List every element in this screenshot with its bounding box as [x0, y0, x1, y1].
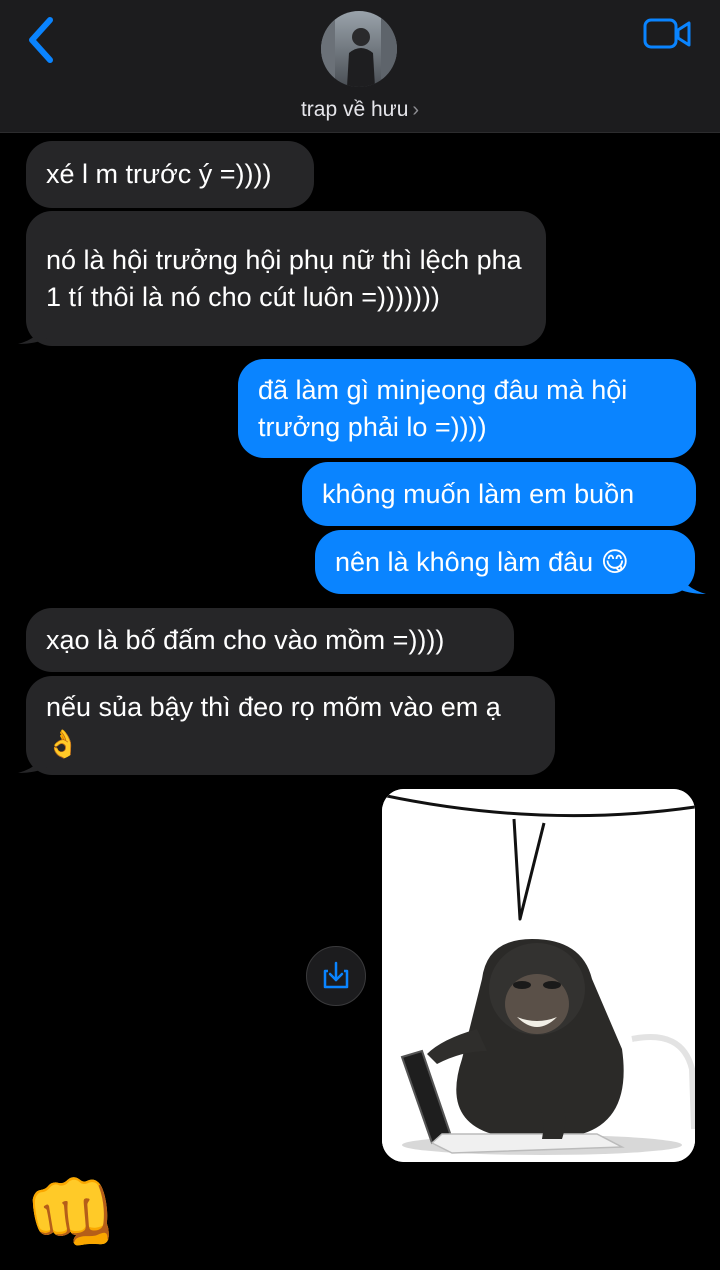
bubble-tail: [18, 320, 48, 344]
message-text: nó là hội trưởng hội phụ nữ thì lệch pha…: [46, 244, 522, 312]
message-bubble-received[interactable]: xé l m trước ý =)))): [26, 141, 314, 208]
message-text: xạo là bố đấm cho vào mồm =)))): [46, 624, 445, 655]
message-text: xé l m trước ý =)))): [46, 159, 272, 189]
bubble-tail: [676, 570, 706, 594]
message-text: đã làm gì minjeong đâu mà hội trưởng phả…: [258, 374, 628, 442]
avatar-photo: [321, 11, 397, 87]
message-bubble-sent[interactable]: nên là không làm đâu 😋: [315, 530, 695, 594]
avatar[interactable]: [321, 11, 397, 87]
emoji-message[interactable]: 👊: [24, 1176, 119, 1252]
message-bubble-sent[interactable]: đã làm gì minjeong đâu mà hội trưởng phả…: [238, 359, 696, 458]
chevron-left-icon[interactable]: [22, 14, 62, 66]
message-bubble-sent[interactable]: không muốn làm em buồn: [302, 462, 696, 526]
contact-name-row[interactable]: trap về hưu ›: [0, 98, 720, 122]
message-bubble-received[interactable]: nó là hội trưởng hội phụ nữ thì lệch pha…: [26, 211, 546, 346]
video-camera-icon[interactable]: [642, 16, 692, 52]
monkey-laptop-image: [382, 789, 695, 1162]
message-text: không muốn làm em buồn: [322, 478, 635, 509]
share-icon: [323, 961, 349, 989]
message-text: nên là không làm đâu 😋: [335, 546, 629, 577]
contact-name: trap về hưu: [300, 98, 409, 121]
conversation-header: trap về hưu ›: [0, 0, 720, 133]
message-text: nếu sủa bậy thì đeo rọ mõm vào em ạ 👌: [46, 691, 501, 759]
message-bubble-received[interactable]: nếu sủa bậy thì đeo rọ mõm vào em ạ 👌: [26, 676, 555, 775]
chevron-right-icon: ›: [412, 99, 420, 121]
share-button[interactable]: [306, 946, 366, 1006]
bubble-tail: [18, 749, 48, 773]
message-bubble-received[interactable]: xạo là bố đấm cho vào mồm =)))): [26, 608, 514, 672]
image-attachment[interactable]: [382, 789, 695, 1162]
